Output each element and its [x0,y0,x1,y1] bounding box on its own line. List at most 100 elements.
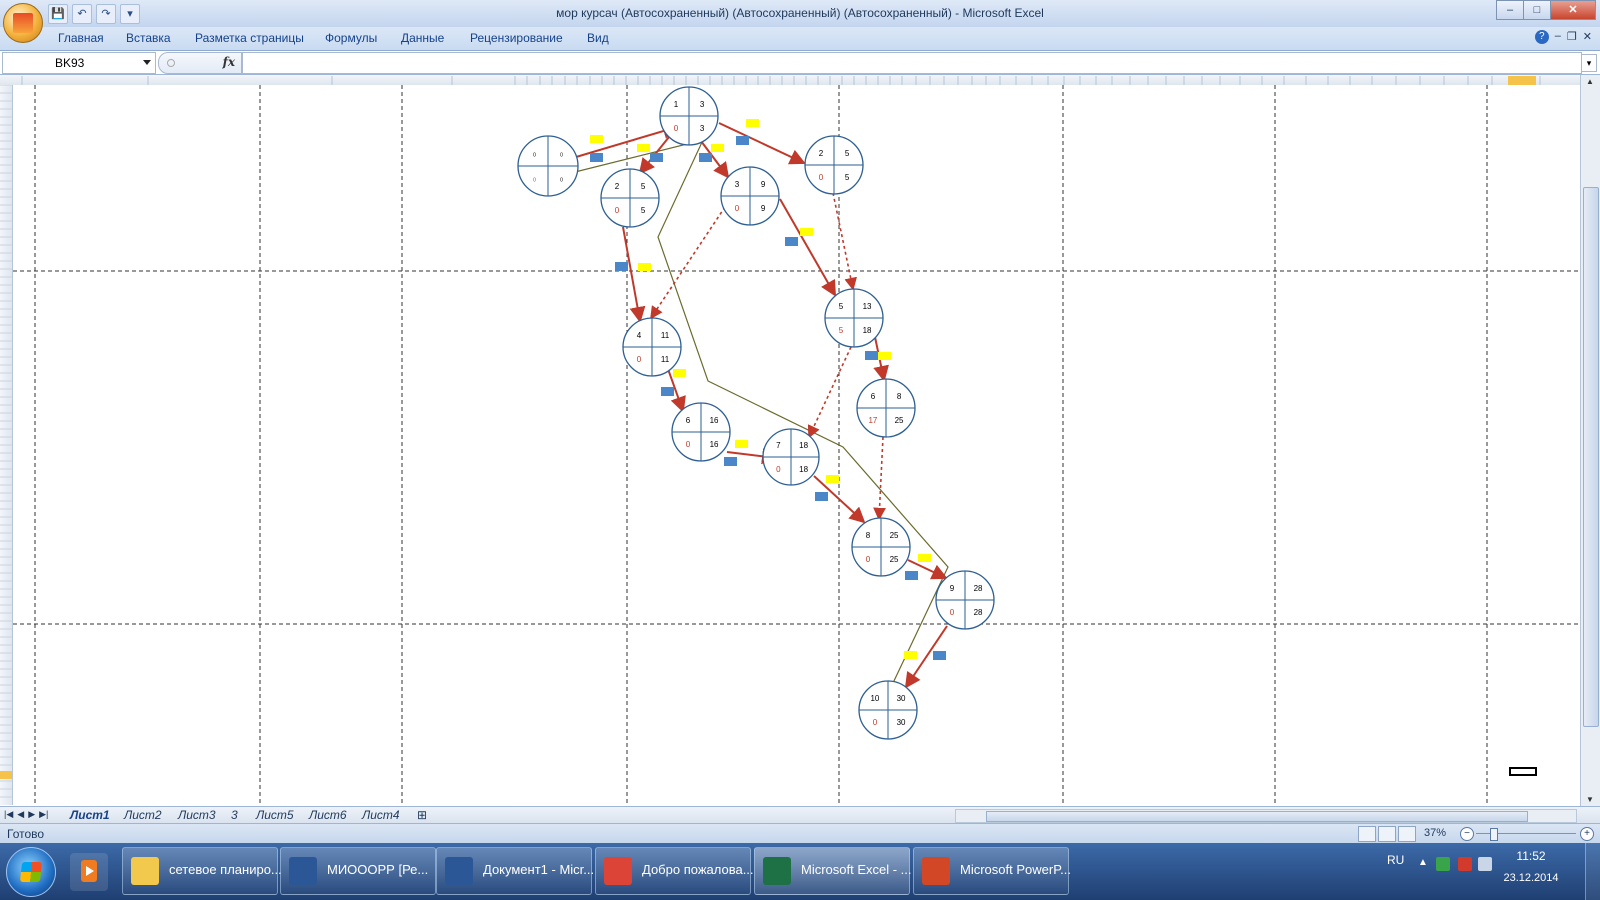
taskbar-item-5[interactable]: Microsoft Excel - ... [754,847,912,895]
prev-sheet-icon[interactable]: ◀ [17,809,24,820]
help-icon[interactable]: ? [1534,30,1549,44]
dummy-2b-5 [832,192,857,291]
taskbar-item-4[interactable]: Добро пожалова... [595,847,754,895]
tab-data[interactable]: Данные [401,31,444,45]
zoom-slider[interactable]: − + [1460,827,1595,841]
next-sheet-icon[interactable]: ▶ [28,809,35,820]
clock-date[interactable]: 23.12.2014 [1496,872,1566,884]
tab-review[interactable]: Рецензирование [470,31,563,45]
sheet-tab-list2[interactable]: Лист2 [124,808,162,822]
dummy-5-7 [807,346,852,439]
zoom-out-icon[interactable]: − [1460,827,1474,841]
row-headers[interactable] [0,85,13,805]
taskbar-item-2[interactable]: МИОООРР [Ре... [280,847,436,895]
page-break-view-icon[interactable] [1398,826,1416,842]
node-value-bl: 0 [950,608,955,617]
node-value-bl: 0 [776,465,781,474]
node-value-tl: 3 [735,180,740,189]
insert-sheet-icon[interactable]: ⊞ [417,808,427,822]
show-hidden-icons[interactable]: ▲ [1418,857,1428,868]
node-value-br: 18 [863,326,872,335]
worksheet-grid[interactable]: 0 0 0 0 1 3 0 3 2 5 0 5 3 9 0 9 2 5 0 5 4 11 0 11 5 13 5 18 6 8 17 25 6 1… [13,85,1580,805]
close-button[interactable]: ✕ [1550,0,1596,20]
taskbar-item-3[interactable]: Документ1 - Micr... [436,847,595,895]
last-sheet-icon[interactable]: ▶| [39,809,48,820]
language-indicator[interactable]: RU [1387,853,1404,867]
system-tray: RU ▲ 11:52 23.12.2014 [1380,843,1600,900]
horizontal-scrollbar[interactable] [955,809,1577,823]
workbook-close-button[interactable]: ✕ [1583,30,1592,44]
label-blue [615,262,628,271]
insert-function-button[interactable]: fx [223,55,235,69]
horizontal-scroll-thumb[interactable] [986,811,1528,822]
sheet-tab-list4[interactable]: Лист4 [362,808,400,822]
word-icon [445,857,473,885]
node-value-br: 25 [890,555,899,564]
minimize-button[interactable]: – [1496,0,1524,20]
scroll-down-icon[interactable]: ▼ [1584,795,1596,804]
media-player-icon [81,860,97,882]
tab-insert[interactable]: Вставка [126,31,171,45]
event-node-n9: 9 28 0 28 [935,570,995,630]
taskbar-item-1[interactable]: сетевое планиро... [122,847,282,895]
node-value-bl: 0 [819,173,824,182]
selected-cell-marker [1509,767,1537,776]
node-value-br: 9 [761,204,766,213]
label-blue [661,387,674,396]
taskbar-item-label: Microsoft PowerP... [960,862,1072,877]
name-box[interactable]: BK93 [2,52,156,74]
office-logo-icon [13,13,33,33]
row-header-ticks [0,85,12,798]
start-button[interactable] [6,847,56,897]
office-button[interactable] [3,3,43,43]
sheet-tab-list1[interactable]: Лист1 [70,808,110,822]
action-center-icon[interactable] [1458,857,1472,871]
node-value-br: 5 [641,206,646,215]
workbook-restore-button[interactable]: ❐ [1567,30,1577,44]
taskbar-item-label: Документ1 - Micr... [483,862,595,877]
tab-view[interactable]: Вид [587,31,609,45]
node-value-bl: 0 [674,124,679,133]
network-icon[interactable] [1436,857,1450,871]
tab-page-layout[interactable]: Разметка страницы [195,31,304,45]
taskbar-item-6[interactable]: Microsoft PowerP... [913,847,1072,895]
zoom-in-icon[interactable]: + [1580,827,1594,841]
clock-time[interactable]: 11:52 [1502,849,1560,863]
normal-view-icon[interactable] [1358,826,1376,842]
node-value-bl: 0 [637,355,642,364]
tab-formulas[interactable]: Формулы [325,31,377,45]
page-layout-view-icon[interactable] [1378,826,1396,842]
sheet-tab-list6[interactable]: Лист6 [309,808,347,822]
node-value-tr: 8 [897,392,902,401]
sheet-tab-list5[interactable]: Лист5 [256,808,294,822]
label-yellow [590,135,603,143]
zoom-level[interactable]: 37% [1424,827,1446,839]
node-value-bl: 0 [533,178,536,184]
sheet-tab-3[interactable]: 3 [231,808,238,822]
expand-formula-bar-button[interactable]: ▾ [1581,54,1597,72]
node-value-tl: 2 [819,149,824,158]
event-node-n3: 3 9 0 9 [720,166,780,226]
workbook-minimize-button[interactable]: – [1555,30,1561,44]
node-value-tl: 6 [871,392,876,401]
node-value-tr: 28 [974,584,983,593]
node-value-tr: 5 [845,149,850,158]
chevron-down-icon[interactable] [143,60,151,65]
media-player-pinned[interactable] [70,853,108,891]
formula-input[interactable] [242,52,1582,74]
maximize-button[interactable]: □ [1523,0,1551,20]
show-desktop-button[interactable] [1585,843,1600,900]
tab-home[interactable]: Главная [58,31,104,45]
formula-bar: BK93 fx ▾ [0,51,1600,75]
node-value-bl: 0 [873,718,878,727]
sheet-tab-list3[interactable]: Лист3 [178,808,216,822]
node-value-tr: 5 [641,182,646,191]
vertical-scroll-thumb[interactable] [1583,187,1599,727]
event-node-n6b: 6 16 0 16 [671,402,731,462]
node-value-tl: 10 [870,694,879,703]
vertical-scrollbar[interactable]: ▲ ▼ [1580,75,1600,806]
volume-icon[interactable] [1478,857,1492,871]
scroll-up-icon[interactable]: ▲ [1584,77,1596,86]
first-sheet-icon[interactable]: |◀ [4,809,13,820]
zoom-knob[interactable] [1490,828,1498,841]
